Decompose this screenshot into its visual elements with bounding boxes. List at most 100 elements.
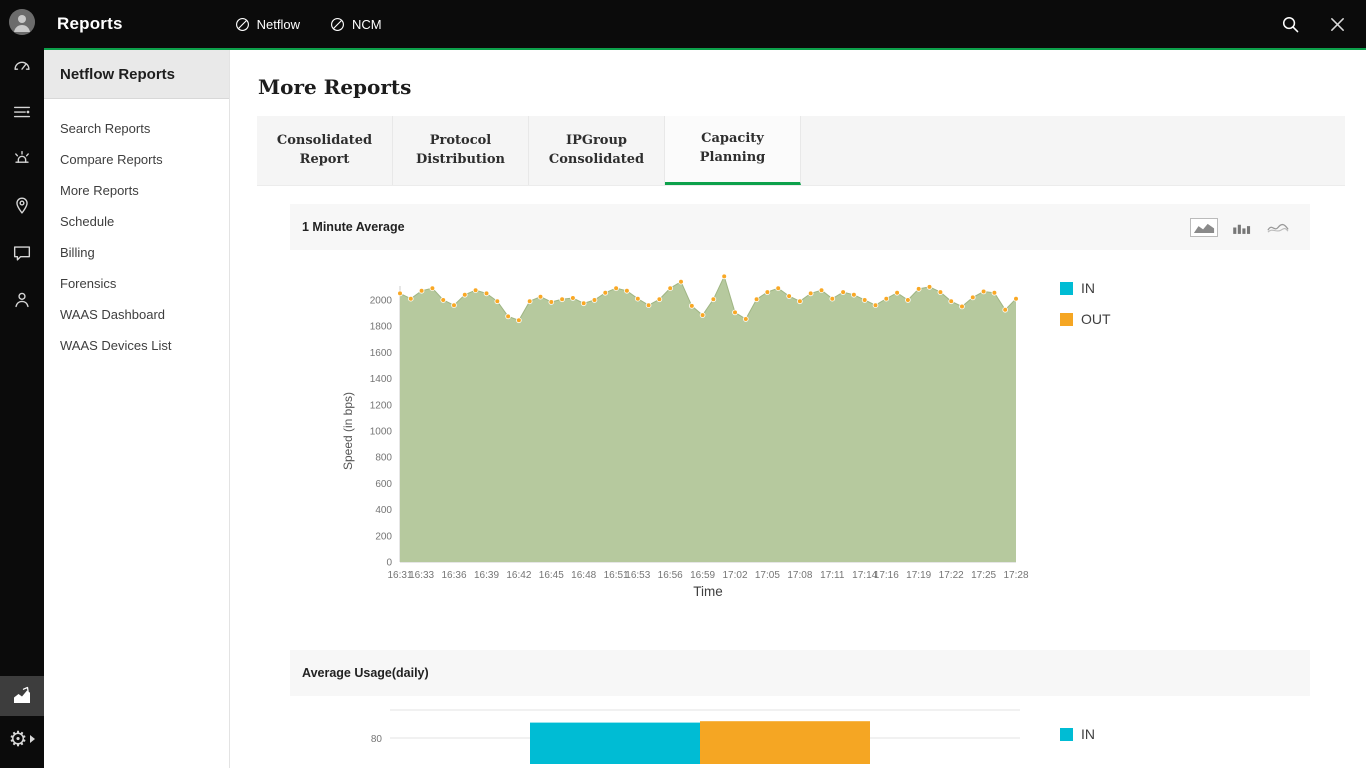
svg-text:16:56: 16:56 xyxy=(658,570,683,581)
svg-text:17:02: 17:02 xyxy=(722,570,747,581)
circle-slash-icon xyxy=(235,17,249,31)
one-minute-average-chart: 0 200 400 600 800 1000 1200 1400 1600 1800 2000 16:… xyxy=(341,273,1029,599)
chart-legend: IN xyxy=(1060,698,1095,764)
tab-label: IPGroup Consolidated xyxy=(548,132,645,167)
bar-chart-type-icon[interactable] xyxy=(1227,218,1255,237)
user-avatar[interactable] xyxy=(9,9,35,35)
panel-title: 1 Minute Average xyxy=(302,220,405,234)
svg-text:17:25: 17:25 xyxy=(971,570,996,581)
product-tab-label: NCM xyxy=(352,16,382,32)
panel-one-minute-average: 1 Minute Average xyxy=(290,204,1310,250)
svg-text:17:16: 17:16 xyxy=(874,570,899,581)
sidebar-item-waas-devices-list[interactable]: WAAS Devices List xyxy=(44,330,229,361)
svg-text:16:45: 16:45 xyxy=(539,570,564,581)
sidebar-item-forensics[interactable]: Forensics xyxy=(44,268,229,299)
report-tabs: Consolidated Report Protocol Distribution… xyxy=(257,116,1345,186)
sidebar-item-search-reports[interactable]: Search Reports xyxy=(44,113,229,144)
settings-gear-icon[interactable]: ⚙ xyxy=(0,716,44,762)
tab-label: Capacity Planning xyxy=(699,131,766,165)
product-tab-netflow[interactable]: Netflow xyxy=(235,17,300,32)
svg-text:16:39: 16:39 xyxy=(474,570,499,581)
svg-text:17:05: 17:05 xyxy=(755,570,780,581)
panel-title: Average Usage(daily) xyxy=(302,666,429,680)
svg-text:17:28: 17:28 xyxy=(1003,570,1028,581)
close-icon[interactable] xyxy=(1329,16,1346,33)
svg-text:800: 800 xyxy=(375,453,392,464)
page-title: More Reports xyxy=(258,75,412,99)
svg-text:17:22: 17:22 xyxy=(939,570,964,581)
search-icon[interactable] xyxy=(1280,14,1301,35)
svg-text:Speed (in bps): Speed (in bps) xyxy=(341,392,355,470)
avatar-icon xyxy=(9,9,35,35)
svg-text:200: 200 xyxy=(375,531,392,542)
svg-text:2000: 2000 xyxy=(370,296,393,307)
svg-text:400: 400 xyxy=(375,505,392,516)
icon-rail: ⚙ xyxy=(0,0,44,768)
legend-label: IN xyxy=(1081,726,1095,742)
svg-text:16:42: 16:42 xyxy=(506,570,531,581)
chart-type-switcher xyxy=(1190,217,1298,237)
svg-text:16:33: 16:33 xyxy=(409,570,434,581)
legend-swatch xyxy=(1060,312,1073,326)
tab-capacity-planning[interactable]: Capacity Planning xyxy=(665,116,801,185)
sidebar-header[interactable]: Netflow Reports xyxy=(44,50,229,99)
svg-text:1800: 1800 xyxy=(370,322,393,333)
tab-consolidated-report[interactable]: Consolidated Report xyxy=(257,116,393,185)
legend-item-in[interactable]: IN xyxy=(1060,280,1111,296)
svg-text:0: 0 xyxy=(386,558,392,569)
product-tab-ncm[interactable]: NCM xyxy=(330,17,382,32)
alarm-icon[interactable] xyxy=(0,135,44,182)
topbar-actions xyxy=(1280,14,1366,35)
legend-swatch xyxy=(1060,281,1073,295)
one-minute-average-chart-row: 0 200 400 600 800 1000 1200 1400 1600 1800 2000 16:… xyxy=(338,270,1366,600)
main-content: More Reports Consolidated Report Protocol… xyxy=(230,50,1366,768)
sidebar-items: Search Reports Compare Reports More Report… xyxy=(44,99,229,361)
average-usage-chart: 80 xyxy=(371,709,1020,764)
svg-text:16:48: 16:48 xyxy=(571,570,596,581)
legend-item-out[interactable]: OUT xyxy=(1060,311,1111,327)
dashboard-gauge-icon[interactable] xyxy=(0,41,44,88)
svg-text:16:59: 16:59 xyxy=(690,570,715,581)
chat-icon[interactable] xyxy=(0,229,44,276)
svg-text:17:11: 17:11 xyxy=(820,570,845,581)
sidebar-item-more-reports[interactable]: More Reports xyxy=(44,175,229,206)
svg-text:600: 600 xyxy=(375,479,392,490)
reports-chart-icon[interactable] xyxy=(0,676,44,716)
svg-text:80: 80 xyxy=(371,734,383,745)
area-chart-type-icon[interactable] xyxy=(1190,217,1218,237)
inventory-list-icon[interactable] xyxy=(0,88,44,135)
svg-text:1200: 1200 xyxy=(370,400,393,411)
svg-text:Time: Time xyxy=(693,584,723,599)
location-pin-icon[interactable] xyxy=(0,182,44,229)
svg-text:1400: 1400 xyxy=(370,374,393,385)
sidebar-item-billing[interactable]: Billing xyxy=(44,237,229,268)
svg-text:1600: 1600 xyxy=(370,348,393,359)
app-title: Reports xyxy=(57,14,123,33)
reports-sidebar: Netflow Reports Search Reports Compare Re… xyxy=(44,50,230,768)
user-icon[interactable] xyxy=(0,276,44,323)
average-usage-chart-row: 80 IN xyxy=(338,698,1366,764)
tab-label: Consolidated Report xyxy=(276,132,373,167)
chart-legend: IN OUT xyxy=(1060,270,1111,600)
svg-text:16:53: 16:53 xyxy=(625,570,650,581)
legend-item-in[interactable]: IN xyxy=(1060,726,1095,742)
sidebar-item-waas-dashboard[interactable]: WAAS Dashboard xyxy=(44,299,229,330)
legend-label: IN xyxy=(1081,280,1095,296)
tab-ipgroup-consolidated[interactable]: IPGroup Consolidated xyxy=(529,116,665,185)
line-chart-type-icon[interactable] xyxy=(1264,218,1292,237)
sidebar-item-compare-reports[interactable]: Compare Reports xyxy=(44,144,229,175)
product-tabs: Netflow NCM xyxy=(235,17,382,32)
svg-text:17:19: 17:19 xyxy=(906,570,931,581)
tab-protocol-distribution[interactable]: Protocol Distribution xyxy=(393,116,529,185)
svg-text:1000: 1000 xyxy=(370,427,393,438)
panel-average-usage: Average Usage(daily) xyxy=(290,650,1310,696)
legend-label: OUT xyxy=(1081,311,1111,327)
svg-text:17:08: 17:08 xyxy=(787,570,812,581)
svg-text:16:36: 16:36 xyxy=(441,570,466,581)
circle-slash-icon xyxy=(331,17,344,31)
legend-swatch xyxy=(1060,727,1073,741)
tab-label: Protocol Distribution xyxy=(416,132,505,167)
sidebar-item-schedule[interactable]: Schedule xyxy=(44,206,229,237)
topbar: Reports Netflow NCM xyxy=(44,0,1366,50)
product-tab-label: Netflow xyxy=(256,16,300,32)
